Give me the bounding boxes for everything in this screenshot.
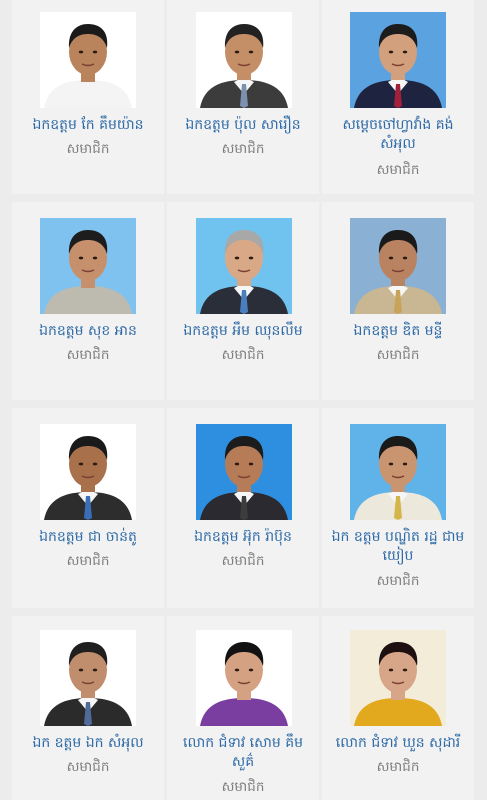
member-card[interactable]: ឯកឧត្តម អ៊ុក រ៉ាប៊ុន សមាជិក — [167, 408, 319, 608]
member-name[interactable]: ឯកឧត្តម ឌិត មន្ទី — [322, 322, 474, 341]
member-photo — [40, 424, 136, 520]
members-grid: ឯកឧត្តម កែ គឹមយ៉ាន សមាជិក ឯកឧត្តម ប៉ុល ស… — [0, 0, 487, 800]
portrait-image — [196, 424, 292, 520]
member-card[interactable]: ឯកឧត្តម ជា ចាន់តូ សមាជិក — [12, 408, 164, 608]
member-photo — [350, 630, 446, 726]
member-card[interactable]: សម្តេចចៅហ្វាវាំង គង់ សំអុល សមាជិក — [322, 0, 474, 194]
member-role: សមាជិក — [221, 347, 265, 363]
member-card[interactable]: ឯកឧត្តម ឌិត មន្ទី សមាជិក — [322, 202, 474, 400]
portrait-image — [40, 424, 136, 520]
member-name[interactable]: សម្តេចចៅហ្វាវាំង គង់ សំអុល — [322, 116, 474, 154]
member-photo — [40, 630, 136, 726]
portrait-image — [350, 424, 446, 520]
portrait-image — [196, 218, 292, 314]
member-name[interactable]: លោក ជំទាវ សោម គឹម សួគ៌ — [167, 734, 319, 772]
member-name[interactable]: ឯកឧត្តម ជា ចាន់តូ — [12, 528, 164, 547]
member-role: សមាជិក — [221, 779, 265, 795]
member-role: សមាជិក — [66, 759, 110, 775]
member-photo — [350, 424, 446, 520]
portrait-image — [40, 630, 136, 726]
member-role: សមាជិក — [221, 553, 265, 569]
member-role: សមាជិក — [66, 347, 110, 363]
member-card[interactable]: ឯកឧត្តម ប៉ុល សារឿន សមាជិក — [167, 0, 319, 194]
member-role: សមាជិក — [376, 347, 420, 363]
portrait-image — [350, 12, 446, 108]
member-card[interactable]: ឯកឧត្តម កែ គឹមយ៉ាន សមាជិក — [12, 0, 164, 194]
member-photo — [40, 12, 136, 108]
member-role: សមាជិក — [376, 162, 420, 178]
member-card[interactable]: ឯក ឧត្តម បណ្ឌិត រដ្ឋ ជាម យៀប សមាជិក — [322, 408, 474, 608]
member-name[interactable]: ឯកឧត្តម អ៊ុក រ៉ាប៊ុន — [167, 528, 319, 547]
member-name[interactable]: ឯក ឧត្តម ឯក សំអុល — [12, 734, 164, 753]
member-photo — [196, 424, 292, 520]
member-name[interactable]: លោក ជំទាវ ឃួន សុដារី — [322, 734, 474, 753]
member-card[interactable]: ឯក ឧត្តម ឯក សំអុល សមាជិក — [12, 616, 164, 800]
member-role: សមាជិក — [66, 141, 110, 157]
member-photo — [40, 218, 136, 314]
member-photo — [350, 12, 446, 108]
member-photo — [196, 630, 292, 726]
member-name[interactable]: ឯក ឧត្តម បណ្ឌិត រដ្ឋ ជាម យៀប — [322, 528, 474, 566]
member-role: សមាជិក — [376, 573, 420, 589]
portrait-image — [40, 218, 136, 314]
member-role: សមាជិក — [376, 759, 420, 775]
portrait-image — [350, 218, 446, 314]
member-card[interactable]: ឯកឧត្តម អឹម ឈុនលឹម សមាជិក — [167, 202, 319, 400]
portrait-image — [350, 630, 446, 726]
member-photo — [350, 218, 446, 314]
member-photo — [196, 218, 292, 314]
member-card[interactable]: លោក ជំទាវ ឃួន សុដារី សមាជិក — [322, 616, 474, 800]
portrait-image — [196, 12, 292, 108]
member-name[interactable]: ឯកឧត្តម អឹម ឈុនលឹម — [167, 322, 319, 341]
portrait-image — [196, 630, 292, 726]
portrait-image — [40, 12, 136, 108]
member-photo — [196, 12, 292, 108]
member-name[interactable]: ឯកឧត្តម ប៉ុល សារឿន — [167, 116, 319, 135]
member-role: សមាជិក — [66, 553, 110, 569]
member-name[interactable]: ឯកឧត្តម កែ គឹមយ៉ាន — [12, 116, 164, 135]
member-name[interactable]: ឯកឧត្តម សុខ អាន — [12, 322, 164, 341]
member-card[interactable]: ឯកឧត្តម សុខ អាន សមាជិក — [12, 202, 164, 400]
member-role: សមាជិក — [221, 141, 265, 157]
member-card[interactable]: លោក ជំទាវ សោម គឹម សួគ៌ សមាជិក — [167, 616, 319, 800]
